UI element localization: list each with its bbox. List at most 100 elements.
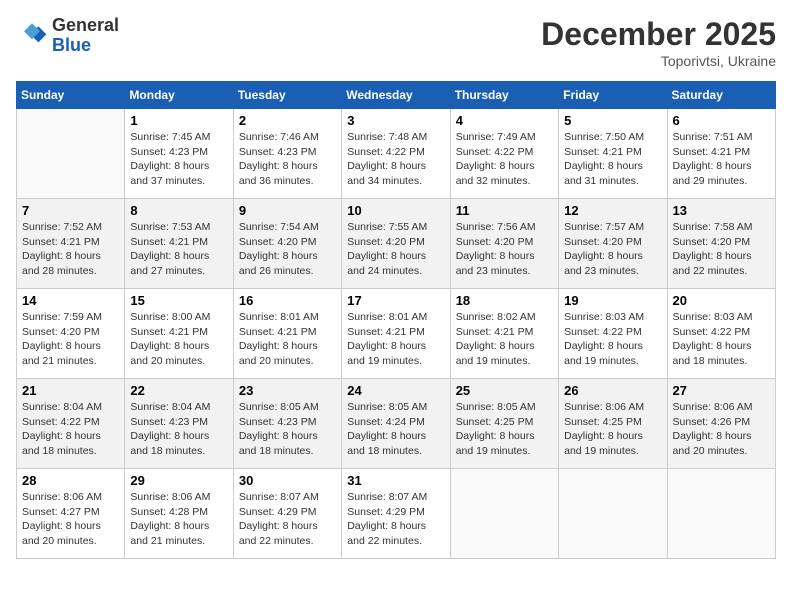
calendar-weekday: Saturday: [667, 82, 775, 109]
calendar-cell: 5 Sunrise: 7:50 AMSunset: 4:21 PMDaylight…: [559, 109, 667, 199]
calendar-cell: 2 Sunrise: 7:46 AMSunset: 4:23 PMDaylight…: [233, 109, 341, 199]
calendar-week-row: 7Sunrise: 7:52 AMSunset: 4:21 PMDaylight…: [17, 199, 776, 289]
day-number: 14: [22, 293, 119, 308]
logo-icon: [16, 20, 48, 52]
calendar-cell: 10 Sunrise: 7:55 AMSunset: 4:20 PMDayligh…: [342, 199, 450, 289]
calendar-cell: 22 Sunrise: 8:04 AMSunset: 4:23 PMDayligh…: [125, 379, 233, 469]
calendar-cell: 20 Sunrise: 8:03 AMSunset: 4:22 PMDayligh…: [667, 289, 775, 379]
calendar-cell: 9 Sunrise: 7:54 AMSunset: 4:20 PMDaylight…: [233, 199, 341, 289]
calendar-cell: 8Sunrise: 7:53 AMSunset: 4:21 PMDaylight…: [125, 199, 233, 289]
calendar-week-row: 28 Sunrise: 8:06 AMSunset: 4:27 PMDayligh…: [17, 469, 776, 559]
calendar-cell: 30 Sunrise: 8:07 AMSunset: 4:29 PMDayligh…: [233, 469, 341, 559]
day-number: 19: [564, 293, 661, 308]
cell-daylight-info: Sunrise: 8:03 AMSunset: 4:22 PMDaylight:…: [564, 310, 661, 369]
calendar-cell: 26 Sunrise: 8:06 AMSunset: 4:25 PMDayligh…: [559, 379, 667, 469]
logo-general-text: General: [52, 15, 119, 35]
cell-daylight-info: Sunrise: 7:56 AMSunset: 4:20 PMDaylight:…: [456, 220, 553, 279]
day-number: 21: [22, 383, 119, 398]
calendar-cell: 31 Sunrise: 8:07 AMSunset: 4:29 PMDayligh…: [342, 469, 450, 559]
cell-daylight-info: Sunrise: 8:06 AMSunset: 4:28 PMDaylight:…: [130, 490, 227, 549]
cell-daylight-info: Sunrise: 8:06 AMSunset: 4:25 PMDaylight:…: [564, 400, 661, 459]
day-number: 20: [673, 293, 770, 308]
cell-daylight-info: Sunrise: 8:01 AMSunset: 4:21 PMDaylight:…: [347, 310, 444, 369]
day-number: 1: [130, 113, 227, 128]
calendar-cell: 24Sunrise: 8:05 AMSunset: 4:24 PMDayligh…: [342, 379, 450, 469]
cell-daylight-info: Sunrise: 8:07 AMSunset: 4:29 PMDaylight:…: [239, 490, 336, 549]
cell-daylight-info: Sunrise: 7:49 AMSunset: 4:22 PMDaylight:…: [456, 130, 553, 189]
page-header: General Blue December 2025 Toporivtsi, U…: [16, 16, 776, 69]
day-number: 30: [239, 473, 336, 488]
day-number: 18: [456, 293, 553, 308]
cell-daylight-info: Sunrise: 7:48 AMSunset: 4:22 PMDaylight:…: [347, 130, 444, 189]
day-number: 17: [347, 293, 444, 308]
cell-daylight-info: Sunrise: 8:06 AMSunset: 4:27 PMDaylight:…: [22, 490, 119, 549]
cell-daylight-info: Sunrise: 8:00 AMSunset: 4:21 PMDaylight:…: [130, 310, 227, 369]
day-number: 7: [22, 203, 119, 218]
cell-daylight-info: Sunrise: 8:01 AMSunset: 4:21 PMDaylight:…: [239, 310, 336, 369]
calendar-cell: 17 Sunrise: 8:01 AMSunset: 4:21 PMDayligh…: [342, 289, 450, 379]
calendar-cell: 1Sunrise: 7:45 AMSunset: 4:23 PMDaylight…: [125, 109, 233, 199]
day-number: 5: [564, 113, 661, 128]
logo: General Blue: [16, 16, 119, 56]
cell-daylight-info: Sunrise: 8:03 AMSunset: 4:22 PMDaylight:…: [673, 310, 770, 369]
day-number: 28: [22, 473, 119, 488]
day-number: 6: [673, 113, 770, 128]
calendar-cell: 12Sunrise: 7:57 AMSunset: 4:20 PMDayligh…: [559, 199, 667, 289]
calendar-body: 1Sunrise: 7:45 AMSunset: 4:23 PMDaylight…: [17, 109, 776, 559]
cell-daylight-info: Sunrise: 8:07 AMSunset: 4:29 PMDaylight:…: [347, 490, 444, 549]
day-number: 31: [347, 473, 444, 488]
day-number: 10: [347, 203, 444, 218]
cell-daylight-info: Sunrise: 7:57 AMSunset: 4:20 PMDaylight:…: [564, 220, 661, 279]
cell-daylight-info: Sunrise: 7:54 AMSunset: 4:20 PMDaylight:…: [239, 220, 336, 279]
day-number: 9: [239, 203, 336, 218]
calendar-cell: 25Sunrise: 8:05 AMSunset: 4:25 PMDayligh…: [450, 379, 558, 469]
day-number: 2: [239, 113, 336, 128]
day-number: 3: [347, 113, 444, 128]
day-number: 23: [239, 383, 336, 398]
calendar-weekday: Monday: [125, 82, 233, 109]
cell-daylight-info: Sunrise: 8:05 AMSunset: 4:23 PMDaylight:…: [239, 400, 336, 459]
calendar-week-row: 1Sunrise: 7:45 AMSunset: 4:23 PMDaylight…: [17, 109, 776, 199]
cell-daylight-info: Sunrise: 8:04 AMSunset: 4:22 PMDaylight:…: [22, 400, 119, 459]
calendar-cell: 19 Sunrise: 8:03 AMSunset: 4:22 PMDayligh…: [559, 289, 667, 379]
day-number: 26: [564, 383, 661, 398]
cell-daylight-info: Sunrise: 7:51 AMSunset: 4:21 PMDaylight:…: [673, 130, 770, 189]
calendar-cell: 6 Sunrise: 7:51 AMSunset: 4:21 PMDaylight…: [667, 109, 775, 199]
calendar-cell: 14 Sunrise: 7:59 AMSunset: 4:20 PMDayligh…: [17, 289, 125, 379]
calendar-cell: 28 Sunrise: 8:06 AMSunset: 4:27 PMDayligh…: [17, 469, 125, 559]
day-number: 11: [456, 203, 553, 218]
cell-daylight-info: Sunrise: 7:59 AMSunset: 4:20 PMDaylight:…: [22, 310, 119, 369]
calendar-cell: 29 Sunrise: 8:06 AMSunset: 4:28 PMDayligh…: [125, 469, 233, 559]
calendar-weekday: Friday: [559, 82, 667, 109]
calendar-cell: 4 Sunrise: 7:49 AMSunset: 4:22 PMDaylight…: [450, 109, 558, 199]
day-number: 22: [130, 383, 227, 398]
title-block: December 2025 Toporivtsi, Ukraine: [541, 16, 776, 69]
cell-daylight-info: Sunrise: 7:50 AMSunset: 4:21 PMDaylight:…: [564, 130, 661, 189]
calendar-week-row: 14 Sunrise: 7:59 AMSunset: 4:20 PMDayligh…: [17, 289, 776, 379]
day-number: 4: [456, 113, 553, 128]
calendar-table: SundayMondayTuesdayWednesdayThursdayFrid…: [16, 81, 776, 559]
calendar-cell: 23 Sunrise: 8:05 AMSunset: 4:23 PMDayligh…: [233, 379, 341, 469]
calendar-cell: 21 Sunrise: 8:04 AMSunset: 4:22 PMDayligh…: [17, 379, 125, 469]
location-text: Toporivtsi, Ukraine: [541, 53, 776, 69]
day-number: 8: [130, 203, 227, 218]
calendar-cell: 27Sunrise: 8:06 AMSunset: 4:26 PMDayligh…: [667, 379, 775, 469]
calendar-cell: 13Sunrise: 7:58 AMSunset: 4:20 PMDayligh…: [667, 199, 775, 289]
cell-daylight-info: Sunrise: 7:46 AMSunset: 4:23 PMDaylight:…: [239, 130, 336, 189]
calendar-cell: 15Sunrise: 8:00 AMSunset: 4:21 PMDayligh…: [125, 289, 233, 379]
calendar-weekday: Sunday: [17, 82, 125, 109]
calendar-cell: [450, 469, 558, 559]
calendar-cell: 16 Sunrise: 8:01 AMSunset: 4:21 PMDayligh…: [233, 289, 341, 379]
calendar-cell: 11 Sunrise: 7:56 AMSunset: 4:20 PMDayligh…: [450, 199, 558, 289]
calendar-cell: 7Sunrise: 7:52 AMSunset: 4:21 PMDaylight…: [17, 199, 125, 289]
cell-daylight-info: Sunrise: 8:04 AMSunset: 4:23 PMDaylight:…: [130, 400, 227, 459]
day-number: 25: [456, 383, 553, 398]
day-number: 29: [130, 473, 227, 488]
day-number: 24: [347, 383, 444, 398]
day-number: 16: [239, 293, 336, 308]
calendar-cell: [667, 469, 775, 559]
logo-blue-text: Blue: [52, 35, 91, 55]
cell-daylight-info: Sunrise: 8:02 AMSunset: 4:21 PMDaylight:…: [456, 310, 553, 369]
cell-daylight-info: Sunrise: 7:55 AMSunset: 4:20 PMDaylight:…: [347, 220, 444, 279]
calendar-cell: [17, 109, 125, 199]
